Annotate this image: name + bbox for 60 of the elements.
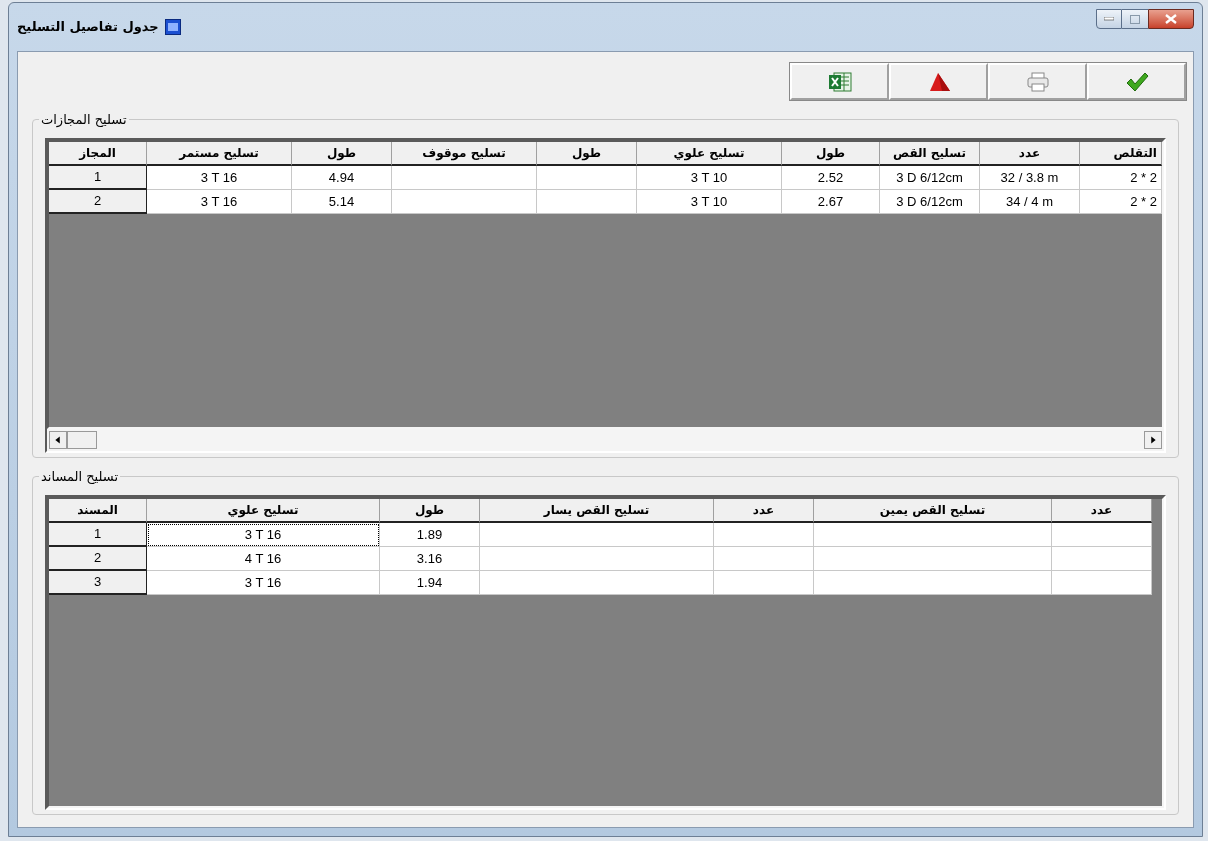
column-header[interactable]: عدد xyxy=(714,499,814,523)
table-cell: 2 * 2 xyxy=(1080,166,1162,190)
column-header[interactable]: عدد xyxy=(980,142,1080,166)
table-cell: 3 T 16 xyxy=(147,166,292,190)
table-cell: 4 T 16 xyxy=(147,547,380,571)
column-header[interactable]: طول xyxy=(782,142,880,166)
table-cell: 3 T 16 xyxy=(147,190,292,214)
table-cell: 3.16 xyxy=(380,547,480,571)
row-header: 2 xyxy=(49,547,147,571)
row-header: 1 xyxy=(49,523,147,547)
table-cell: 5.14 xyxy=(292,190,392,214)
toolbar-button[interactable] xyxy=(790,63,889,100)
toolbar-button[interactable] xyxy=(889,63,988,100)
table-cell: 3 T 10 xyxy=(637,190,782,214)
app-icon xyxy=(164,18,181,35)
table-cell: 2.67 xyxy=(782,190,880,214)
table-cell: 3 D 6/12cm xyxy=(880,190,980,214)
scroll-left-icon[interactable] xyxy=(49,431,67,449)
table-cell: 32 / 3.8 m xyxy=(980,166,1080,190)
column-header[interactable]: طول xyxy=(537,142,637,166)
column-header[interactable]: تسليح القص xyxy=(880,142,980,166)
checkmark-icon xyxy=(1124,70,1149,93)
column-header[interactable]: التقلص xyxy=(1080,142,1162,166)
column-header[interactable]: تسليح القص يسار xyxy=(480,499,714,523)
table-cell: 34 / 4 m xyxy=(980,190,1080,214)
row-header: 2 xyxy=(49,190,147,214)
table-cell: 2.52 xyxy=(782,166,880,190)
maximize-button[interactable] xyxy=(1122,9,1148,29)
spreadsheet-icon xyxy=(827,70,852,93)
row-header: 1 xyxy=(49,166,147,190)
minimize-icon xyxy=(1104,17,1114,21)
table-cell: 3 T 16 xyxy=(147,523,380,547)
column-header[interactable]: تسليح علوي xyxy=(637,142,782,166)
table-cell: 4.94 xyxy=(292,166,392,190)
maximize-icon xyxy=(1130,14,1140,24)
column-header[interactable]: طول xyxy=(292,142,392,166)
row-header: 3 xyxy=(49,571,147,595)
table-cell: 1.89 xyxy=(380,523,480,547)
column-header[interactable]: تسليح مستمر xyxy=(147,142,292,166)
window-title: جدول تفاصيل التسليح xyxy=(17,18,159,36)
scroll-right-icon[interactable] xyxy=(1144,431,1162,449)
column-header[interactable]: تسليح علوي xyxy=(147,499,380,523)
column-header[interactable]: المجاز xyxy=(49,142,147,166)
column-header[interactable]: عدد xyxy=(1052,499,1152,523)
table-cell: 3 T 10 xyxy=(637,166,782,190)
close-icon xyxy=(1165,14,1177,24)
minimize-button[interactable] xyxy=(1096,9,1122,29)
table-cell: 3 T 16 xyxy=(147,571,380,595)
scroll-thumb[interactable] xyxy=(67,431,97,449)
table-cell: 3 D 6/12cm xyxy=(880,166,980,190)
table-cell: 1.94 xyxy=(380,571,480,595)
toolbar-button[interactable] xyxy=(1087,63,1186,100)
column-header[interactable]: المسند xyxy=(49,499,147,523)
table-cell: 2 * 2 xyxy=(1080,190,1162,214)
printer-icon xyxy=(1025,70,1050,93)
column-header[interactable]: تسليح موقوف xyxy=(392,142,537,166)
close-button[interactable] xyxy=(1148,9,1194,29)
toolbar-button[interactable] xyxy=(988,63,1087,100)
column-header[interactable]: تسليح القص يمين xyxy=(814,499,1052,523)
column-header[interactable]: طول xyxy=(380,499,480,523)
